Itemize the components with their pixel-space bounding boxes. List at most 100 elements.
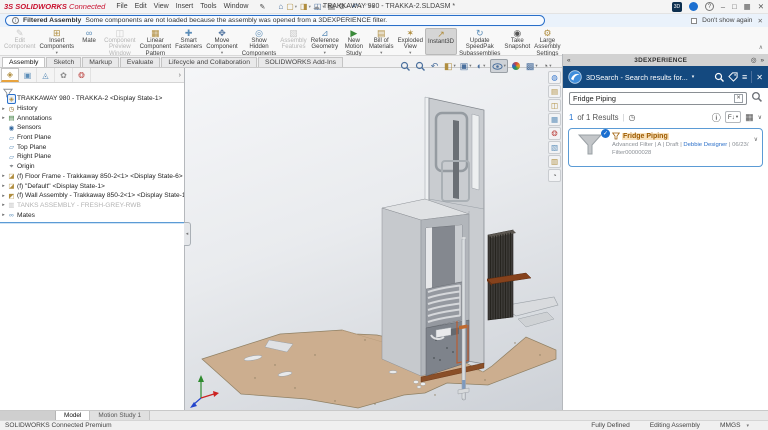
zoom-to-fit-button[interactable] [398, 59, 411, 73]
history-clock-icon[interactable]: ◷ [629, 113, 636, 122]
card-expand-chevron-icon[interactable]: ∨ [754, 136, 758, 143]
bottom-tab-motion-study-1[interactable]: Motion Study 1 [90, 411, 150, 420]
share-button[interactable]: ▦ [744, 2, 751, 11]
tab-lifecycle-and-collaboration[interactable]: Lifecycle and Collaboration [161, 57, 257, 67]
take-snapshot-button[interactable]: ◉Take Snapshot [502, 28, 532, 55]
user-avatar[interactable] [689, 2, 698, 11]
move-component-button[interactable]: ✥Move Component▾ [204, 28, 240, 55]
pin-icon[interactable]: ◎ [751, 56, 757, 64]
clear-search-icon[interactable]: ✕ [734, 94, 743, 103]
run-search-icon[interactable] [751, 89, 762, 107]
mate-button[interactable]: ∞Mate [76, 28, 102, 55]
expand-arrow-icon[interactable]: ▸ [0, 183, 7, 189]
info-circle-icon[interactable]: ⓘ [712, 111, 721, 124]
tab-evaluate[interactable]: Evaluate [120, 57, 160, 67]
tab-solidworks-add-ins[interactable]: SOLIDWORKS Add-Ins [258, 57, 343, 67]
tab-sketch[interactable]: Sketch [46, 57, 81, 67]
view-orientation-button[interactable]: ▣▾ [459, 59, 473, 73]
tree-item[interactable]: ▸▤Annotations [0, 113, 184, 123]
home-icon[interactable]: ⌂ [278, 2, 283, 11]
tab-assembly[interactable]: Assembly [2, 57, 45, 67]
open-icon[interactable]: ◨▾ [300, 2, 311, 11]
tree-item[interactable]: ▸◪(f) "Default" <Display State-1> [0, 181, 184, 191]
search-box[interactable]: ✕ [569, 92, 747, 105]
minimize-button[interactable]: – [721, 2, 725, 11]
new-document-icon[interactable]: ▢▾ [286, 2, 297, 11]
graphics-viewport[interactable] [185, 68, 562, 410]
sort-button[interactable]: F↓▾ [725, 111, 741, 123]
menu-tools[interactable]: Tools [200, 3, 216, 10]
dont-show-again-checkbox[interactable] [691, 18, 697, 24]
collapse-left-icon[interactable]: « [567, 57, 571, 64]
expand-arrow-icon[interactable]: ▸ [0, 106, 7, 112]
tree-item[interactable]: ⌖Origin [0, 162, 184, 172]
menu-insert[interactable]: Insert [176, 3, 194, 10]
forum-tab[interactable]: ◔ [548, 169, 561, 182]
linear-component-pattern-button[interactable]: ▦Linear Component Pattern▾ [138, 28, 174, 55]
new-motion-study-button[interactable]: ▶New Motion Study [341, 28, 367, 55]
tree-item[interactable]: ▸◷History [0, 104, 184, 114]
expand-arrow-icon[interactable]: ▸ [0, 115, 7, 121]
app-title-chevron-icon[interactable]: ▾ [692, 74, 695, 80]
tree-item[interactable]: ▸∞Mates [0, 210, 184, 220]
notification-close-icon[interactable]: ✕ [757, 17, 763, 25]
close-button[interactable]: ✕ [758, 2, 764, 11]
featuremanager-tree-tab[interactable]: ◈ [1, 68, 19, 82]
expand-arrow-icon[interactable]: ▸ [0, 212, 7, 218]
tree-item[interactable]: ▸◪(f) Floor Frame - Trakkaway 850-2<1> <… [0, 172, 184, 182]
reference-geometry-button[interactable]: ⊿Reference Geometry▾ [309, 28, 341, 55]
view-palette-tab[interactable]: ▦ [548, 113, 561, 126]
expand-right-icon[interactable]: » [760, 57, 764, 64]
displaymanager-tab[interactable]: ❂ [73, 68, 91, 82]
custom-properties-tab[interactable]: ▥ [548, 155, 561, 168]
appearances-tab[interactable]: ❂ [548, 127, 561, 140]
design-library-tab[interactable]: ▤ [548, 85, 561, 98]
3dsearch-app-title[interactable]: 3DSearch - Search results for... [586, 73, 688, 82]
results-chevron-icon[interactable]: ∨ [758, 114, 762, 121]
expand-arrow-icon[interactable]: ▸ [0, 202, 7, 208]
expand-arrow-icon[interactable]: ▸ [0, 193, 7, 199]
large-assembly-settings-button[interactable]: ⚙Large Assembly Settings [532, 28, 562, 55]
menu-edit[interactable]: Edit [135, 3, 147, 10]
bill-of-materials-button[interactable]: ▤Bill of Materials▾ [367, 28, 396, 55]
update-speedpak-subassemblies-button[interactable]: ↻Update SpeedPak Subassemblies [457, 28, 502, 55]
tab-markup[interactable]: Markup [82, 57, 119, 67]
menu-file[interactable]: File [116, 3, 127, 10]
panel-splitter-tab[interactable]: ◂ [184, 222, 191, 246]
restore-button[interactable]: □ [732, 2, 737, 11]
smart-fasteners-button[interactable]: ✚Smart Fasteners [173, 28, 204, 55]
instant3d-button[interactable]: ↗Instant3D [425, 28, 457, 55]
edit-appearance-button[interactable] [510, 59, 523, 73]
menu-view[interactable]: View [154, 3, 169, 10]
tab-scroll-buttons[interactable] [0, 411, 56, 420]
tree-item[interactable]: ▸▥TANKS ASSEMBLY - FRESH-GREY-RWB [0, 201, 184, 211]
previous-view-button[interactable]: ↶ [428, 59, 441, 73]
tree-item[interactable]: ▱Front Plane [0, 133, 184, 143]
search-result-card[interactable]: ✓ Fridge Piping Advanced Filter | A | Dr… [568, 128, 763, 167]
tree-filter-funnel-icon[interactable] [0, 83, 184, 94]
file-explorer-tab[interactable]: ◫ [548, 99, 561, 112]
bottom-tab-model[interactable]: Model [56, 411, 90, 420]
flyout-arrow-icon[interactable]: › [176, 72, 184, 79]
customize-pencil-icon[interactable]: ✎ [259, 3, 265, 11]
view-settings-button[interactable]: ◔▾ [541, 59, 554, 73]
scene-tab[interactable]: ▧ [548, 141, 561, 154]
configurationmanager-tab[interactable]: ◬ [37, 68, 55, 82]
owner-link[interactable]: Debbie Designer [683, 142, 727, 148]
display-style-button[interactable]: ◐▾ [475, 59, 488, 73]
expand-arrow-icon[interactable]: ▸ [0, 173, 7, 179]
propertymanager-tab[interactable]: ▣ [19, 68, 37, 82]
tree-item[interactable]: ▸◩(f) Wall Assembly - Trakkaway 850-2<1>… [0, 191, 184, 201]
hide-show-items-button[interactable]: ▾ [490, 59, 508, 73]
section-view-button[interactable]: ◧▾ [443, 59, 457, 73]
tree-pane-splitter[interactable] [0, 222, 184, 224]
tag-icon[interactable] [728, 72, 738, 82]
insert-components-button[interactable]: ⊞Insert Components▾ [38, 28, 77, 55]
exploded-view-button[interactable]: ✶Exploded View▾ [396, 28, 425, 55]
zoom-to-area-button[interactable] [413, 59, 426, 73]
dimxpertmanager-tab[interactable]: ✿ [55, 68, 73, 82]
tree-item[interactable]: ▱Right Plane [0, 152, 184, 162]
search-input[interactable] [573, 94, 734, 103]
3dexperience-app-icon[interactable]: 3D [672, 2, 682, 12]
result-title[interactable]: Fridge Piping [622, 133, 669, 140]
